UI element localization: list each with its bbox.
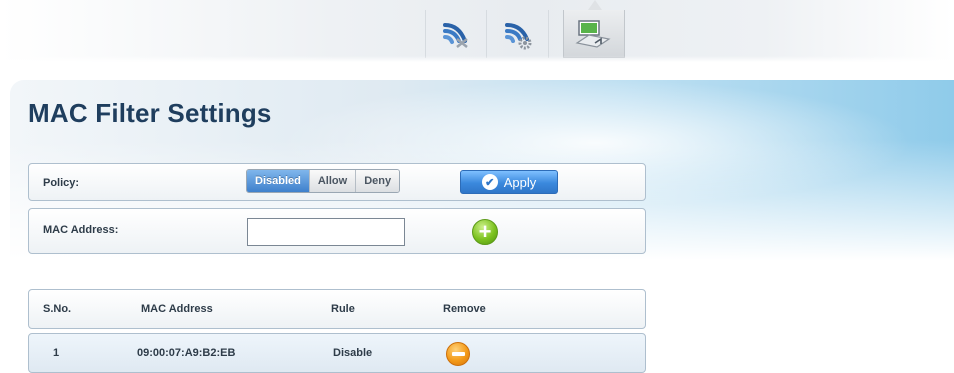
page-title: MAC Filter Settings — [28, 98, 272, 128]
table-header: S.No. MAC Address Rule Remove — [28, 289, 646, 329]
policy-segmented-control: Disabled Allow Deny — [246, 169, 401, 193]
header-mac-address: MAC Address — [141, 303, 213, 315]
mac-address-input[interactable] — [247, 218, 405, 246]
policy-option-deny[interactable]: Deny — [356, 170, 400, 192]
policy-row: Policy: Disabled Allow Deny ✔ Apply — [28, 163, 646, 201]
header-remove: Remove — [443, 303, 486, 315]
check-icon: ✔ — [481, 174, 498, 190]
nav-wireless-settings[interactable] — [487, 10, 549, 58]
cell-sno: 1 — [53, 347, 60, 359]
plus-icon: + — [478, 219, 492, 244]
top-navigation — [0, 0, 954, 62]
mac-address-row: MAC Address: + — [28, 208, 646, 254]
policy-option-disabled[interactable]: Disabled — [247, 170, 310, 192]
mac-filter-icon — [575, 19, 611, 48]
nav-wireless[interactable] — [425, 10, 487, 58]
wireless-settings-icon — [504, 23, 531, 50]
table-row: 1 09:00:07:A9:B2:EB Disable — [28, 333, 646, 373]
remove-entry-button[interactable] — [446, 342, 470, 366]
cell-mac-address: 09:00:07:A9:B2:EB — [137, 347, 236, 359]
header-sno: S.No. — [43, 303, 72, 315]
policy-option-allow[interactable]: Allow — [309, 170, 357, 192]
apply-button-label: Apply — [503, 174, 537, 190]
cell-rule: Disable — [333, 347, 373, 359]
minus-icon — [451, 352, 465, 356]
mac-address-label: MAC Address: — [43, 224, 119, 236]
header-rule: Rule — [331, 303, 355, 315]
apply-button[interactable]: ✔ Apply — [460, 170, 558, 194]
policy-label: Policy: — [43, 177, 80, 189]
add-mac-button[interactable]: + — [472, 219, 498, 245]
wireless-icon — [443, 23, 468, 48]
nav-mac-filter[interactable] — [563, 0, 625, 58]
